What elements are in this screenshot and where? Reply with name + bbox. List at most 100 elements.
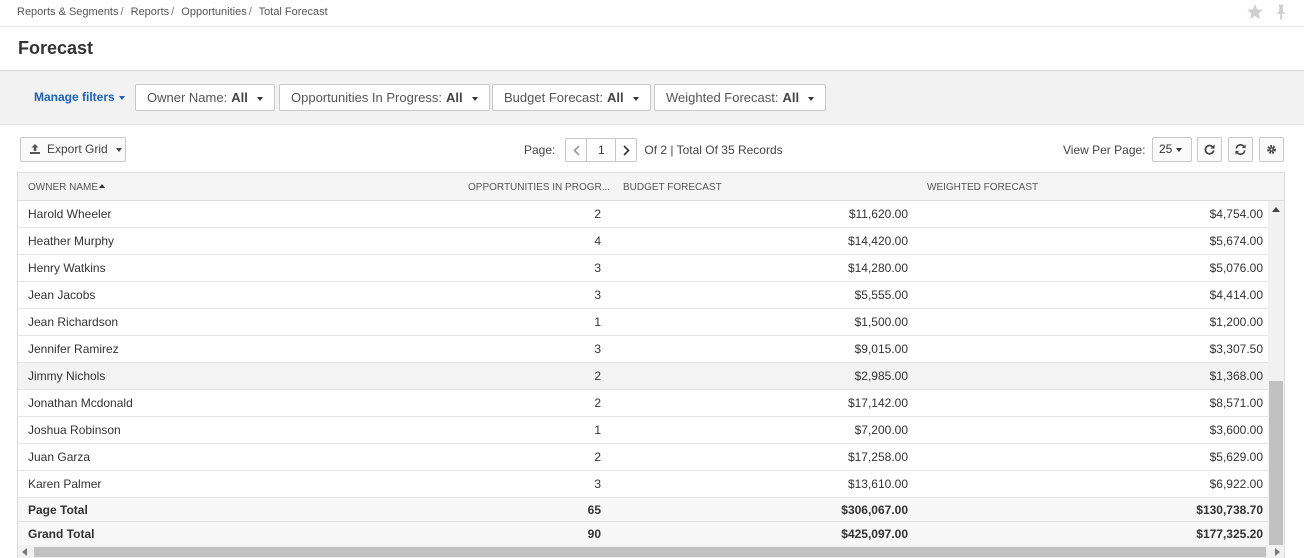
filter-bar: Manage filters Owner Name: All Opportunit…	[0, 71, 1304, 125]
owner-name-cell: Jimmy Nichols	[28, 369, 106, 383]
filter-budget-forecast[interactable]: Budget Forecast: All	[492, 84, 651, 111]
manage-filters-label: Manage filters	[34, 90, 115, 104]
scroll-left-arrow-icon[interactable]	[22, 548, 27, 556]
caret-down-icon	[808, 96, 815, 101]
sort-ascending-icon	[99, 184, 105, 188]
opportunities-cell: 2	[594, 450, 601, 464]
column-header-budget-forecast[interactable]: Budget Forecast	[623, 182, 722, 193]
opportunities-cell: 2	[594, 207, 601, 221]
table-row[interactable]: Jean Jacobs 3 $5,555.00 $4,414.00	[18, 282, 1268, 309]
owner-name-cell: Harold Wheeler	[28, 207, 112, 221]
table-row[interactable]: Karen Palmer 3 $13,610.00 $6,922.00	[18, 471, 1268, 498]
filter-value: All	[446, 90, 463, 105]
forecast-grid: Owner Name Opportunities In Progr... Bud…	[17, 172, 1285, 558]
weighted-forecast-cell: $5,629.00	[1209, 450, 1263, 464]
opportunities-cell: 3	[594, 288, 601, 302]
filter-weighted-forecast[interactable]: Weighted Forecast: All	[654, 84, 827, 111]
budget-forecast-cell: $9,015.00	[854, 342, 908, 356]
total-label: Page Total	[28, 503, 88, 517]
table-row[interactable]: Joshua Robinson 1 $7,200.00 $3,600.00	[18, 417, 1268, 444]
sync-button[interactable]	[1228, 137, 1253, 162]
breadcrumb-item-reports-segments[interactable]: Reports & Segments	[17, 6, 119, 18]
weighted-forecast-cell: $8,571.00	[1209, 396, 1263, 410]
pager: Page: 1 Of 2 | Total Of 35 Records	[524, 138, 783, 162]
total-opportunities: 65	[587, 503, 601, 517]
owner-name-cell: Jonathan Mcdonald	[28, 396, 133, 410]
weighted-forecast-cell: $3,307.50	[1209, 342, 1263, 356]
budget-forecast-cell: $5,555.00	[854, 288, 908, 302]
opportunities-cell: 3	[594, 342, 601, 356]
grid-toolbar: Export Grid Page: 1 Of 2 | Total Of 35 R…	[0, 135, 1304, 165]
owner-name-cell: Henry Watkins	[28, 261, 106, 275]
column-header-opportunities[interactable]: Opportunities In Progr...	[468, 182, 610, 193]
table-row[interactable]: Harold Wheeler 2 $11,620.00 $4,754.00	[18, 201, 1268, 228]
page-number-input[interactable]: 1	[586, 139, 617, 161]
budget-forecast-cell: $13,610.00	[847, 477, 908, 491]
owner-name-cell: Jean Richardson	[28, 315, 119, 329]
opportunities-cell: 4	[594, 234, 601, 248]
weighted-forecast-cell: $4,414.00	[1209, 288, 1263, 302]
scroll-right-arrow-icon[interactable]	[1275, 548, 1280, 556]
prev-page-button[interactable]	[566, 139, 586, 161]
budget-forecast-cell: $1,500.00	[854, 315, 908, 329]
next-page-button[interactable]	[616, 139, 636, 161]
page-title: Forecast	[18, 38, 94, 58]
filter-owner-name[interactable]: Owner Name: All	[135, 84, 275, 111]
top-icons	[1246, 3, 1290, 21]
table-row[interactable]: Jonathan Mcdonald 2 $17,142.00 $8,571.00	[18, 390, 1268, 417]
vertical-scroll-thumb[interactable]	[1269, 381, 1283, 545]
caret-down-icon	[632, 96, 639, 101]
opportunities-cell: 2	[594, 396, 601, 410]
column-header-weighted-forecast[interactable]: Weighted Forecast	[927, 182, 1038, 193]
total-weighted-forecast: $130,738.70	[1196, 503, 1263, 517]
owner-name-cell: Jennifer Ramirez	[28, 342, 119, 356]
opportunities-cell: 1	[594, 423, 601, 437]
horizontal-scroll-thumb[interactable]	[34, 547, 1266, 557]
filter-label: Budget Forecast:	[504, 90, 603, 105]
pin-icon[interactable]	[1272, 3, 1290, 21]
refresh-icon	[1204, 144, 1215, 155]
grid-settings-button[interactable]	[1259, 137, 1284, 162]
scroll-up-arrow-icon[interactable]	[1272, 207, 1280, 212]
title-bar: Forecast	[0, 27, 1304, 71]
filter-opportunities-in-progress[interactable]: Opportunities In Progress: All	[279, 84, 490, 111]
page-info: Of 2 | Total Of 35 Records	[644, 143, 783, 157]
caret-down-icon	[118, 95, 125, 100]
chevron-left-icon	[573, 144, 580, 156]
total-budget-forecast: $425,097.00	[841, 527, 908, 541]
owner-name-cell: Karen Palmer	[28, 477, 102, 491]
opportunities-cell: 2	[594, 369, 601, 383]
refresh-button[interactable]	[1197, 137, 1222, 162]
chevron-right-icon	[623, 144, 630, 156]
table-row[interactable]: Jennifer Ramirez 3 $9,015.00 $3,307.50	[18, 336, 1268, 363]
caret-down-icon	[471, 96, 478, 101]
weighted-forecast-cell: $5,076.00	[1209, 261, 1263, 275]
budget-forecast-cell: $2,985.00	[854, 369, 908, 383]
horizontal-scrollbar[interactable]	[18, 545, 1284, 558]
opportunities-cell: 3	[594, 477, 601, 491]
weighted-forecast-cell: $6,922.00	[1209, 477, 1263, 491]
table-row[interactable]: Jimmy Nichols 2 $2,985.00 $1,368.00	[18, 363, 1268, 390]
table-row[interactable]: Henry Watkins 3 $14,280.00 $5,076.00	[18, 255, 1268, 282]
breadcrumb-item-reports[interactable]: Reports	[131, 6, 170, 18]
weighted-forecast-cell: $1,368.00	[1209, 369, 1263, 383]
sync-icon	[1235, 144, 1246, 155]
breadcrumb-item-opportunities[interactable]: Opportunities	[181, 6, 246, 18]
view-per-page-value: 25	[1159, 142, 1173, 156]
owner-name-cell: Jean Jacobs	[28, 288, 96, 302]
total-budget-forecast: $306,067.00	[841, 503, 908, 517]
export-grid-button[interactable]: Export Grid	[20, 137, 126, 162]
view-per-page-select[interactable]: 25	[1152, 137, 1192, 162]
budget-forecast-cell: $17,258.00	[847, 450, 908, 464]
table-row[interactable]: Juan Garza 2 $17,258.00 $5,629.00	[18, 444, 1268, 471]
budget-forecast-cell: $17,142.00	[847, 396, 908, 410]
caret-down-icon	[1176, 147, 1183, 152]
table-row[interactable]: Jean Richardson 1 $1,500.00 $1,200.00	[18, 309, 1268, 336]
view-per-page-label: View Per Page:	[1063, 143, 1146, 157]
vertical-scrollbar[interactable]	[1268, 201, 1284, 545]
table-row[interactable]: Heather Murphy 4 $14,420.00 $5,674.00	[18, 228, 1268, 255]
star-icon[interactable]	[1246, 3, 1264, 21]
column-header-owner-name[interactable]: Owner Name	[28, 182, 105, 193]
weighted-forecast-cell: $3,600.00	[1209, 423, 1263, 437]
manage-filters-dropdown[interactable]: Manage filters	[34, 90, 125, 104]
